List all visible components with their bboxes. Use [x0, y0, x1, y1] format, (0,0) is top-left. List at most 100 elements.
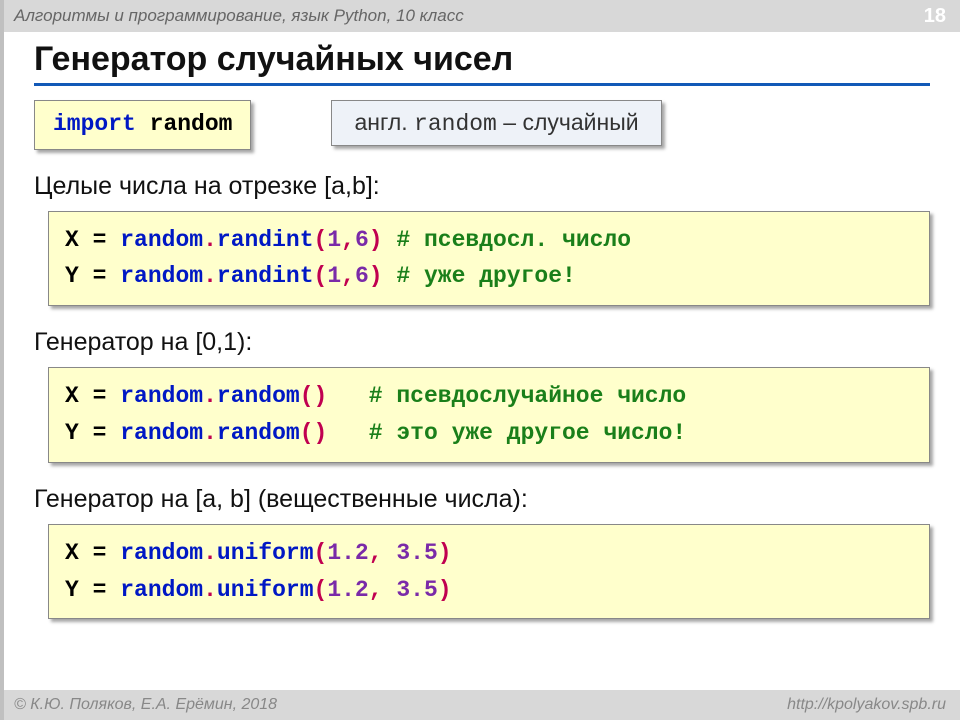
sp	[383, 577, 397, 603]
sp	[79, 540, 93, 566]
gap	[327, 383, 368, 409]
comma: ,	[341, 227, 355, 253]
page-number: 18	[924, 5, 946, 28]
page-title: Генератор случайных чисел	[34, 40, 930, 86]
sp	[106, 227, 120, 253]
sp	[106, 383, 120, 409]
sp	[79, 420, 93, 446]
intro-row: import random англ. random – случайный	[34, 100, 930, 150]
sp	[79, 227, 93, 253]
eq: =	[93, 383, 107, 409]
footer: © К.Ю. Поляков, Е.А. Ерёмин, 2018 http:/…	[4, 690, 960, 720]
breadcrumb: Алгоритмы и программирование, язык Pytho…	[14, 6, 464, 26]
slide: Алгоритмы и программирование, язык Pytho…	[0, 0, 960, 720]
sp	[106, 420, 120, 446]
rp: )	[314, 420, 328, 446]
comma: ,	[369, 577, 383, 603]
space	[136, 111, 150, 137]
import-code-box: import random	[34, 100, 251, 150]
module-name: random	[150, 111, 233, 137]
sp	[383, 540, 397, 566]
code-line: Y = random.random() # это уже другое чис…	[65, 415, 913, 452]
lp: (	[314, 577, 328, 603]
arg: 6	[355, 263, 369, 289]
code-line: X = random.randint(1,6) # псевдосл. числ…	[65, 222, 913, 259]
lp: (	[300, 383, 314, 409]
keyword-import: import	[53, 111, 136, 137]
comma: ,	[341, 263, 355, 289]
arg: 3.5	[396, 540, 437, 566]
section3-code: X = random.uniform(1.2, 3.5) Y = random.…	[48, 524, 930, 620]
var: X	[65, 227, 79, 253]
fn: random	[217, 420, 300, 446]
gap	[383, 227, 397, 253]
fn: uniform	[217, 577, 314, 603]
lp: (	[314, 227, 328, 253]
eq: =	[93, 227, 107, 253]
dot: .	[203, 263, 217, 289]
eq: =	[93, 263, 107, 289]
code-line: Y = random.randint(1,6) # уже другое!	[65, 258, 913, 295]
fn: randint	[217, 263, 314, 289]
mod: random	[120, 540, 203, 566]
comment: # псевдосл. число	[396, 227, 631, 253]
rp: )	[369, 263, 383, 289]
section2-heading: Генератор на [0,1):	[34, 328, 930, 357]
dot: .	[203, 540, 217, 566]
note-word: random	[414, 111, 497, 137]
code-line: X = random.random() # псевдослучайное чи…	[65, 378, 913, 415]
dot: .	[203, 227, 217, 253]
code-line: X = random.uniform(1.2, 3.5)	[65, 535, 913, 572]
arg: 1	[327, 263, 341, 289]
arg: 1.2	[327, 540, 368, 566]
var: X	[65, 540, 79, 566]
copyright: © К.Ю. Поляков, Е.А. Ерёмин, 2018	[14, 696, 277, 714]
sp	[79, 383, 93, 409]
lp: (	[314, 540, 328, 566]
gap	[383, 263, 397, 289]
comma: ,	[369, 540, 383, 566]
footer-url: http://kpolyakov.spb.ru	[787, 696, 946, 714]
note-before: англ.	[354, 109, 414, 135]
comment: # это уже другое число!	[369, 420, 686, 446]
arg: 1.2	[327, 577, 368, 603]
var: X	[65, 383, 79, 409]
mod: random	[120, 263, 203, 289]
arg: 1	[327, 227, 341, 253]
arg: 6	[355, 227, 369, 253]
note-after: – случайный	[497, 109, 639, 135]
arg: 3.5	[396, 577, 437, 603]
var: Y	[65, 420, 79, 446]
mod: random	[120, 420, 203, 446]
var: Y	[65, 577, 79, 603]
eq: =	[93, 420, 107, 446]
mod: random	[120, 577, 203, 603]
dot: .	[203, 577, 217, 603]
code-line: Y = random.uniform(1.2, 3.5)	[65, 572, 913, 609]
comment: # уже другое!	[396, 263, 575, 289]
slide-body: Генератор случайных чисел import random …	[4, 32, 960, 690]
section1-code: X = random.randint(1,6) # псевдосл. числ…	[48, 211, 930, 307]
rp: )	[438, 540, 452, 566]
var: Y	[65, 263, 79, 289]
dot: .	[203, 383, 217, 409]
sp	[106, 263, 120, 289]
eq: =	[93, 540, 107, 566]
fn: randint	[217, 227, 314, 253]
section3-heading: Генератор на [a, b] (вещественные числа)…	[34, 485, 930, 514]
section2-code: X = random.random() # псевдослучайное чи…	[48, 367, 930, 463]
rp: )	[314, 383, 328, 409]
fn: random	[217, 383, 300, 409]
topbar: Алгоритмы и программирование, язык Pytho…	[4, 0, 960, 32]
comment: # псевдослучайное число	[369, 383, 686, 409]
eq: =	[93, 577, 107, 603]
section1-heading: Целые числа на отрезке [a,b]:	[34, 172, 930, 201]
sp	[79, 263, 93, 289]
sp	[79, 577, 93, 603]
rp: )	[438, 577, 452, 603]
mod: random	[120, 227, 203, 253]
lp: (	[300, 420, 314, 446]
fn: uniform	[217, 540, 314, 566]
gap	[327, 420, 368, 446]
lp: (	[314, 263, 328, 289]
